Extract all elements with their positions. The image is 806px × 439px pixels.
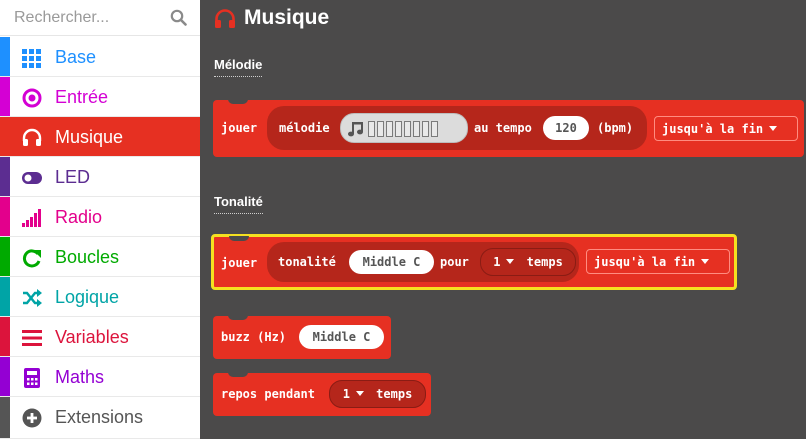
- beats-label: temps: [526, 255, 563, 269]
- category-logique[interactable]: Logique: [0, 277, 200, 317]
- beats-label: temps: [376, 387, 413, 401]
- search-icon[interactable]: [170, 9, 187, 26]
- category-label: Radio: [55, 207, 103, 227]
- headphones-icon: [22, 128, 42, 146]
- tempo-input[interactable]: 120: [543, 116, 589, 140]
- category-variables[interactable]: Variables: [0, 317, 200, 357]
- category-label: Extensions: [55, 407, 144, 427]
- melody-cell[interactable]: [413, 121, 420, 137]
- category-label: Base: [55, 47, 97, 67]
- beats-dropdown[interactable]: 1 temps: [480, 248, 576, 276]
- section-label-tonalite: Tonalité: [214, 194, 263, 214]
- buzz-label: buzz (Hz): [221, 330, 287, 344]
- category-base[interactable]: Base: [0, 37, 200, 77]
- melody-cell[interactable]: [377, 121, 384, 137]
- melody-cell[interactable]: [431, 121, 438, 137]
- category-entree[interactable]: Entrée: [0, 77, 200, 117]
- melody-cell[interactable]: [368, 121, 375, 137]
- rest-block[interactable]: repos pendant 1 temps: [213, 372, 431, 416]
- melody-cell[interactable]: [422, 121, 429, 137]
- block-notch: [228, 315, 248, 320]
- for-label: pour: [440, 255, 469, 269]
- category-color-bar: [0, 317, 10, 356]
- grid-icon: [22, 49, 41, 68]
- category-musique[interactable]: Musique: [0, 117, 200, 157]
- calculator-icon: [24, 368, 40, 388]
- search-box[interactable]: Rechercher...: [0, 0, 200, 36]
- category-color-bar: [0, 237, 10, 276]
- headphones-icon: [215, 9, 235, 28]
- tempo-label: au tempo: [474, 121, 532, 135]
- category-label: LED: [55, 167, 91, 187]
- beats-dropdown[interactable]: 1 temps: [329, 380, 426, 408]
- chevron-down-icon: [355, 391, 364, 396]
- signal-bars-icon: [22, 209, 41, 227]
- play-label: jouer: [221, 121, 258, 135]
- melody-reporter[interactable]: mélodie au tempo 120 (bpm): [267, 106, 647, 150]
- buzz-block[interactable]: buzz (Hz) Middle C: [213, 315, 391, 359]
- block-notch: [228, 372, 248, 377]
- radio-button-icon: [22, 88, 42, 108]
- category-radio[interactable]: Radio: [0, 197, 200, 237]
- category-color-bar: [0, 397, 10, 438]
- play-melody-block[interactable]: jouer mélodie au tempo 120 (bpm) jusqu'à…: [213, 99, 804, 157]
- chevron-down-icon: [701, 259, 710, 264]
- section-label-melodie: Mélodie: [214, 57, 263, 77]
- bpm-label: (bpm): [597, 121, 634, 135]
- play-mode-value: jusqu'à la fin: [594, 255, 696, 269]
- block-notch: [229, 236, 249, 241]
- category-extensions[interactable]: Extensions: [0, 397, 200, 439]
- category-label: Musique: [55, 127, 124, 147]
- note-picker[interactable]: Middle C: [349, 250, 434, 274]
- rest-label: repos pendant: [221, 387, 315, 401]
- melody-label: mélodie: [279, 121, 330, 135]
- toolbox-sidebar: Rechercher... Base Entrée Musique LED Ra…: [0, 0, 200, 439]
- melody-editor[interactable]: [340, 113, 468, 143]
- melody-cell[interactable]: [404, 121, 411, 137]
- play-tone-block[interactable]: jouer tonalité Middle C pour 1 temps jus…: [211, 234, 737, 290]
- category-label: Entrée: [55, 87, 109, 107]
- search-input[interactable]: Rechercher...: [14, 9, 109, 27]
- category-label: Boucles: [55, 247, 120, 267]
- category-boucles[interactable]: Boucles: [0, 237, 200, 277]
- category-label: Logique: [55, 287, 120, 307]
- category-color-bar: [0, 197, 10, 236]
- tone-reporter[interactable]: tonalité Middle C pour 1 temps: [267, 242, 579, 282]
- chevron-down-icon: [506, 259, 515, 264]
- melody-cell[interactable]: [386, 121, 393, 137]
- play-label: jouer: [221, 256, 258, 270]
- category-color-bar: [0, 157, 10, 196]
- category-color-bar: [0, 277, 10, 316]
- toggle-icon: [22, 172, 42, 184]
- category-color-bar: [0, 37, 10, 76]
- refresh-icon: [23, 249, 41, 268]
- play-mode-dropdown[interactable]: jusqu'à la fin: [586, 249, 730, 274]
- shuffle-icon: [23, 289, 42, 307]
- beats-value: 1: [493, 255, 501, 269]
- melody-cell[interactable]: [395, 121, 402, 137]
- category-label: Variables: [55, 327, 129, 347]
- category-label: Maths: [55, 367, 105, 387]
- play-mode-dropdown[interactable]: jusqu'à la fin: [654, 116, 798, 141]
- plus-circle-icon: [22, 408, 42, 428]
- play-mode-value: jusqu'à la fin: [662, 122, 764, 136]
- note-picker[interactable]: Middle C: [299, 325, 384, 349]
- category-color-bar: [0, 357, 10, 396]
- chevron-down-icon: [769, 126, 778, 131]
- category-title: Musique: [244, 6, 330, 29]
- music-note-icon: [348, 122, 363, 137]
- list-icon: [22, 330, 42, 346]
- category-led[interactable]: LED: [0, 157, 200, 197]
- tone-label: tonalité: [278, 255, 336, 269]
- category-color-bar: [0, 77, 10, 116]
- block-workspace[interactable]: Musique Mélodie jouer mélodie au tempo 1…: [200, 0, 806, 439]
- category-maths[interactable]: Maths: [0, 357, 200, 397]
- block-notch: [228, 99, 248, 104]
- beats-value: 1: [342, 387, 350, 401]
